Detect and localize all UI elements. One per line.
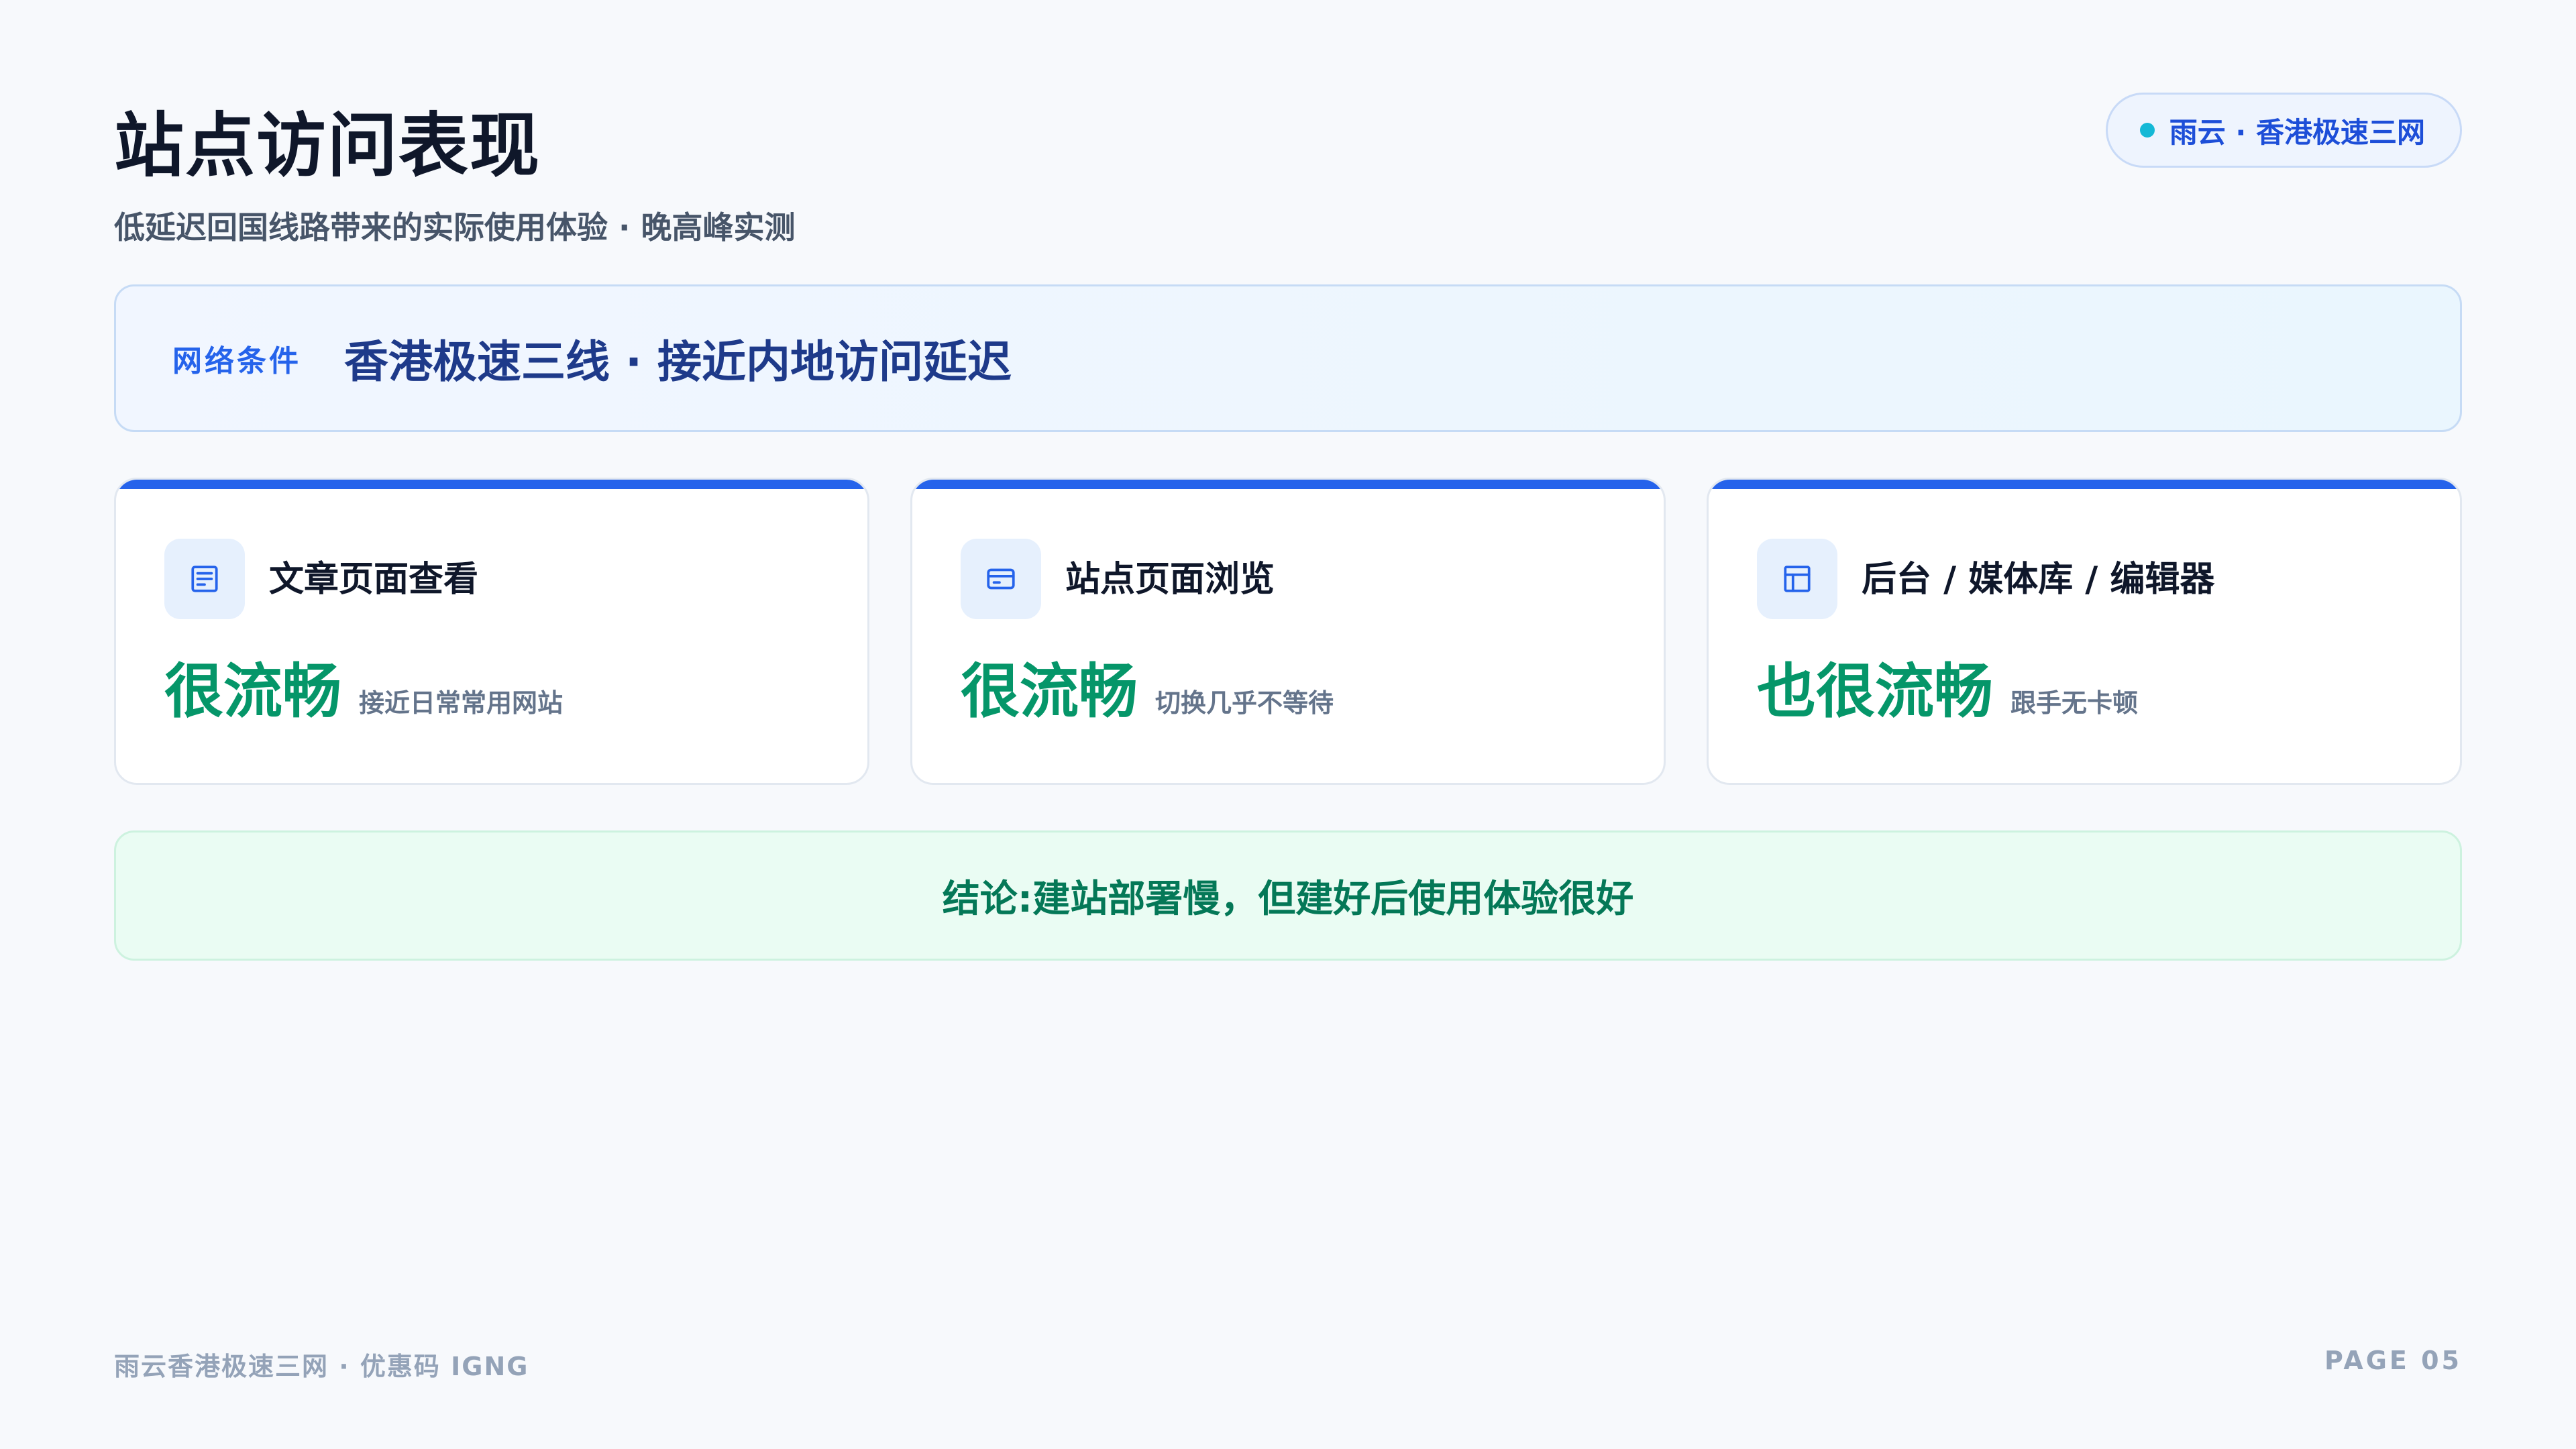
experience-cards: 文章页面查看 很流畅 接近日常常用网站 站点页面浏览 很流畅 切换几乎不等待 后… bbox=[114, 478, 2462, 785]
slide: 站点访问表现 低延迟回国线路带来的实际使用体验 · 晚高峰实测 雨云 · 香港极… bbox=[0, 0, 2576, 1449]
page-number: PAGE 05 bbox=[2324, 1346, 2462, 1375]
card-metric: 很流畅 切换几乎不等待 bbox=[961, 659, 1334, 724]
page-subtitle: 低延迟回国线路带来的实际使用体验 · 晚高峰实测 bbox=[114, 209, 796, 246]
brand-dot-icon bbox=[2139, 123, 2155, 138]
card-accent-bar bbox=[1709, 480, 2460, 489]
footer-promo-text: 雨云香港极速三网 · 优惠码 IGNG bbox=[114, 1352, 529, 1381]
layout-panel-icon bbox=[1757, 539, 1837, 619]
card-note: 切换几乎不等待 bbox=[1155, 688, 1334, 718]
article-icon bbox=[164, 539, 245, 619]
card-title: 站点页面浏览 bbox=[1065, 559, 1275, 600]
card-title: 后台 / 媒体库 / 编辑器 bbox=[1862, 559, 2215, 600]
card-metric: 也很流畅 跟手无卡顿 bbox=[1757, 659, 2138, 724]
page-title: 站点访问表现 bbox=[114, 105, 541, 186]
network-condition-banner: 网络条件 香港极速三线 · 接近内地访问延迟 bbox=[114, 284, 2462, 432]
card-accent-bar bbox=[116, 480, 867, 489]
conclusion-banner: 结论:建站部署慢，但建好后使用体验很好 bbox=[114, 830, 2462, 961]
card-note: 跟手无卡顿 bbox=[2010, 688, 2139, 718]
brand-badge-label: 雨云 · 香港极速三网 bbox=[2169, 115, 2425, 149]
card-title: 文章页面查看 bbox=[269, 559, 479, 600]
browser-card-icon bbox=[961, 539, 1041, 619]
card-article-view: 文章页面查看 很流畅 接近日常常用网站 bbox=[114, 478, 869, 785]
card-rating: 很流畅 bbox=[961, 657, 1138, 726]
conclusion-text: 结论:建站部署慢，但建好后使用体验很好 bbox=[942, 877, 1634, 921]
brand-badge: 雨云 · 香港极速三网 bbox=[2105, 93, 2462, 168]
card-rating: 也很流畅 bbox=[1757, 657, 1994, 726]
network-condition-label: 网络条件 bbox=[172, 344, 301, 378]
card-note: 接近日常常用网站 bbox=[359, 688, 564, 718]
card-site-browse: 站点页面浏览 很流畅 切换几乎不等待 bbox=[910, 478, 1666, 785]
card-accent-bar bbox=[912, 480, 1664, 489]
card-metric: 很流畅 接近日常常用网站 bbox=[164, 659, 563, 724]
card-rating: 很流畅 bbox=[164, 657, 342, 726]
card-admin-media-editor: 后台 / 媒体库 / 编辑器 也很流畅 跟手无卡顿 bbox=[1707, 478, 2462, 785]
network-condition-value: 香港极速三线 · 接近内地访问延迟 bbox=[344, 336, 1012, 388]
